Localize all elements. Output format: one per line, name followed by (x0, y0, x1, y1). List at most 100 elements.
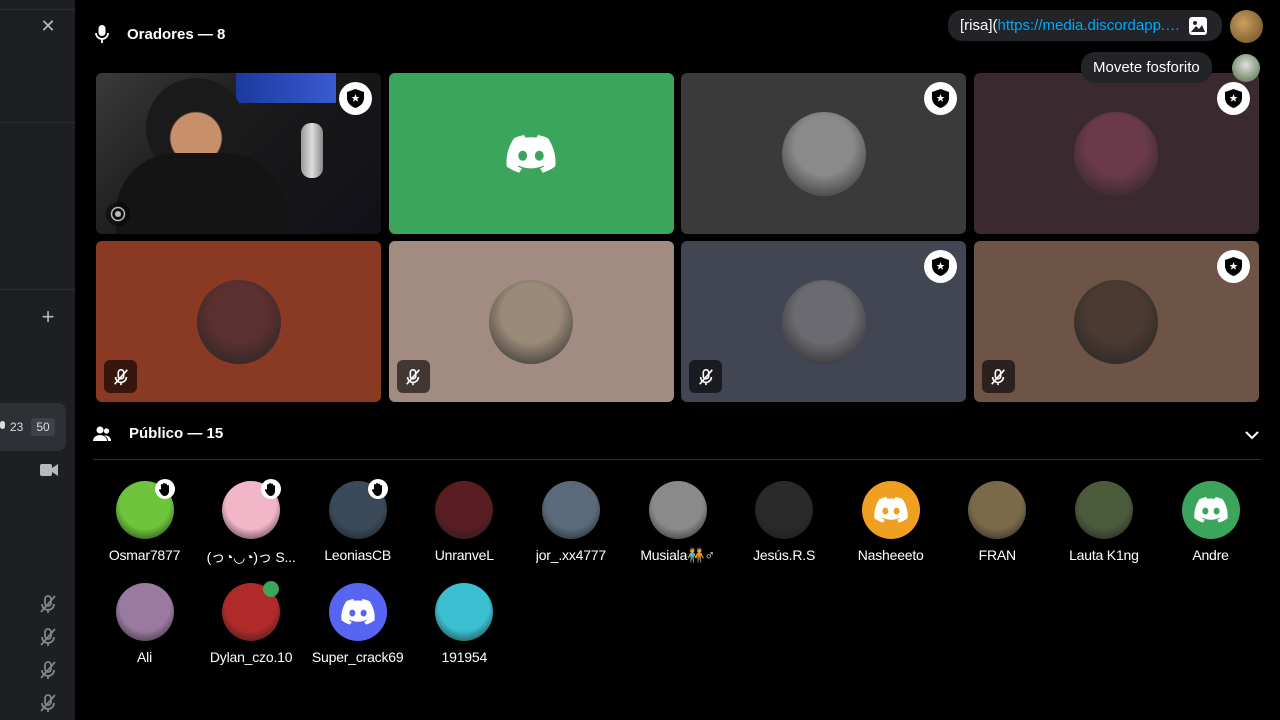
muted-mic-icon (40, 628, 56, 646)
member-name: Super_crack69 (311, 649, 404, 665)
speaker-tile[interactable] (388, 241, 674, 402)
audience-member[interactable]: Ali (92, 583, 198, 665)
speaker-tile[interactable] (681, 241, 966, 402)
discord-logo-icon (874, 497, 908, 523)
sidebar-divider (0, 122, 75, 123)
audience-member[interactable]: jor_.xx4777 (518, 481, 624, 563)
discord-logo-icon (506, 134, 556, 173)
close-icon[interactable]: ✕ (39, 17, 57, 35)
member-name: Andre (1192, 547, 1229, 563)
muted-badge (981, 360, 1015, 393)
speakers-header: Oradores — 8 (95, 25, 225, 43)
audience-member[interactable]: UnranveL (411, 481, 517, 563)
muted-mic-icon (113, 368, 128, 385)
member-name: UnranveL (434, 547, 494, 563)
raised-hand-icon (371, 483, 382, 496)
hand-raised-badge (367, 479, 388, 499)
member-avatar (1074, 481, 1133, 539)
member-name: Musiala🧑‍🤝‍🧑♂ (640, 547, 715, 563)
member-name: Nasheeeto (857, 547, 924, 563)
sidebar-divider (0, 289, 75, 290)
member-avatar (541, 481, 600, 539)
member-avatar (648, 481, 707, 539)
moderator-shield-icon (932, 257, 949, 276)
chat-user-avatar[interactable] (1230, 10, 1263, 43)
moderator-shield-icon (347, 89, 364, 108)
audience-member[interactable]: Nasheeeto (838, 481, 944, 563)
chat-message-link[interactable]: https://media.discordapp.net/ (998, 17, 1183, 34)
muted-mic-icon (698, 368, 713, 385)
discord-logo-icon (341, 599, 375, 625)
audience-divider (93, 459, 1261, 460)
chat-bubble-text[interactable]: Movete fosforito (1081, 52, 1212, 83)
stage-channel-item[interactable]: 23 50 (0, 403, 66, 451)
speaker-avatar (1074, 279, 1158, 364)
sidebar-divider (0, 9, 75, 10)
member-name: jor_.xx4777 (535, 547, 606, 563)
speaker-invite-badge (263, 581, 280, 597)
speaker-tile[interactable] (973, 73, 1259, 234)
broadcast-icon (110, 206, 126, 222)
member-name: LeoniasCB (324, 547, 392, 563)
member-name: FRAN (978, 547, 1016, 563)
camera-badge (106, 202, 130, 226)
member-name: Dylan_czo.10 (209, 649, 293, 665)
audience-member[interactable]: Lauta K1ng (1051, 481, 1157, 563)
moderator-badge (339, 82, 372, 115)
speaker-tile[interactable] (96, 73, 381, 234)
video-body (116, 153, 286, 234)
muted-mic-icon (40, 694, 56, 712)
speaker-tile[interactable] (973, 241, 1259, 402)
raised-hand-icon (265, 483, 276, 496)
audience-member[interactable]: Super_crack69 (305, 583, 411, 665)
member-avatar (435, 481, 494, 539)
audience-member[interactable]: Osmar7877 (92, 479, 198, 563)
member-avatar (435, 583, 494, 641)
audience-member[interactable]: 191954 (411, 583, 517, 665)
member-avatar (328, 583, 387, 641)
audience-member[interactable]: Jesús.R.S (731, 481, 837, 563)
member-avatar (1181, 481, 1240, 539)
speaker-avatar (781, 111, 866, 196)
hand-raised-badge (154, 479, 175, 499)
video-icon[interactable] (40, 463, 58, 477)
audience-member[interactable]: Musiala🧑‍🤝‍🧑♂ (625, 481, 731, 564)
chat-message-prefix: [risa]( (960, 17, 998, 34)
member-name: Lauta K1ng (1069, 547, 1139, 563)
speaker-avatar (1074, 111, 1158, 196)
add-icon[interactable]: + (39, 306, 57, 328)
chevron-down-icon[interactable] (1244, 427, 1260, 443)
member-avatar (115, 583, 174, 641)
audience-member[interactable]: (っ◔◡◔)っ S... (198, 479, 304, 567)
member-name: Jesús.R.S (753, 547, 816, 563)
chat-user-avatar[interactable] (1232, 54, 1260, 82)
muted-badge (689, 360, 722, 393)
video-backdrop (236, 73, 336, 103)
audience-member[interactable]: LeoniasCB (305, 479, 411, 563)
audience-member[interactable]: Andre (1158, 481, 1264, 563)
speaker-avatar (196, 279, 281, 364)
people-icon (93, 426, 111, 441)
moderator-badge (1216, 250, 1250, 283)
audience-header: Público — 15 (93, 425, 223, 442)
moderator-badge (924, 250, 957, 283)
speaker-avatar (781, 279, 866, 364)
speakers-title: Oradores — 8 (127, 25, 226, 43)
member-name: 191954 (441, 649, 488, 665)
speaker-tile[interactable] (681, 73, 966, 234)
channel-sidebar: ✕ + 23 50 (0, 0, 75, 720)
video-microphone (301, 123, 323, 178)
moderator-badge (924, 82, 957, 115)
muted-badge (104, 360, 137, 393)
audience-title: Público — 15 (129, 425, 224, 442)
speaker-tile[interactable] (96, 241, 381, 402)
member-avatar (968, 481, 1027, 539)
muted-mic-icon (40, 661, 56, 679)
audience-member[interactable]: Dylan_czo.10 (198, 581, 304, 665)
moderator-shield-icon (1224, 89, 1242, 108)
chat-bubble-link[interactable]: [risa](https://media.discordapp.net/ (948, 10, 1222, 41)
audience-member[interactable]: FRAN (944, 481, 1050, 563)
speaker-tile[interactable] (388, 73, 674, 234)
muted-mic-icon (991, 368, 1005, 385)
user-count: 23 (10, 420, 24, 434)
